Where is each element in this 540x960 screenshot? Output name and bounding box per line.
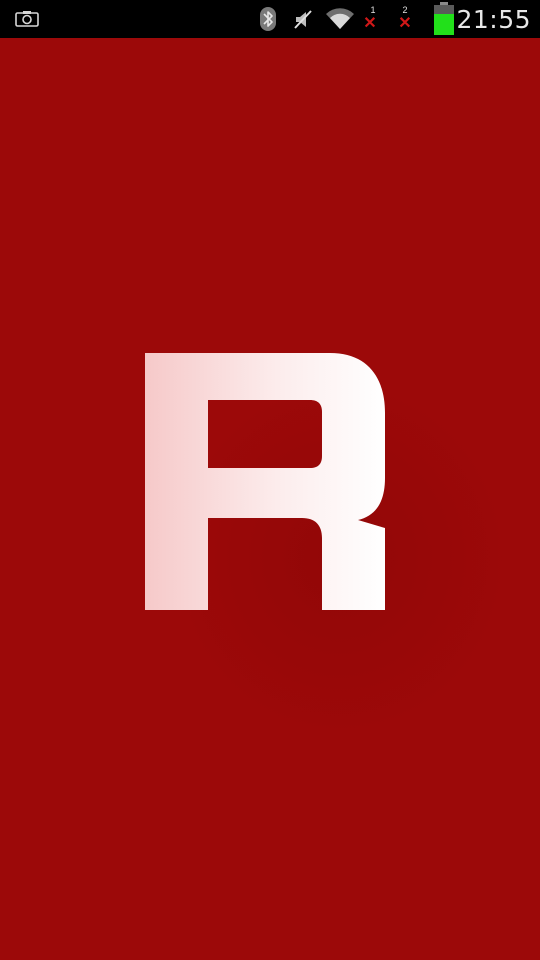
battery-icon [432,0,456,38]
screenshot-icon [14,0,40,38]
status-bar: 1 ✕ 2 ✕ 21:55 [0,0,540,38]
status-clock: 21:55 [456,5,531,34]
bluetooth-icon [256,0,280,38]
splash-screen: R [0,38,540,960]
app-logo: R [145,353,510,738]
sim2-label: 2 [402,4,408,15]
mute-icon [290,0,316,38]
no-signal-sim1-icon: 1 ✕ [363,4,377,32]
wifi-icon [324,0,356,38]
sim1-label: 1 [370,4,376,15]
no-signal-sim2-icon: 2 ✕ [398,4,412,32]
